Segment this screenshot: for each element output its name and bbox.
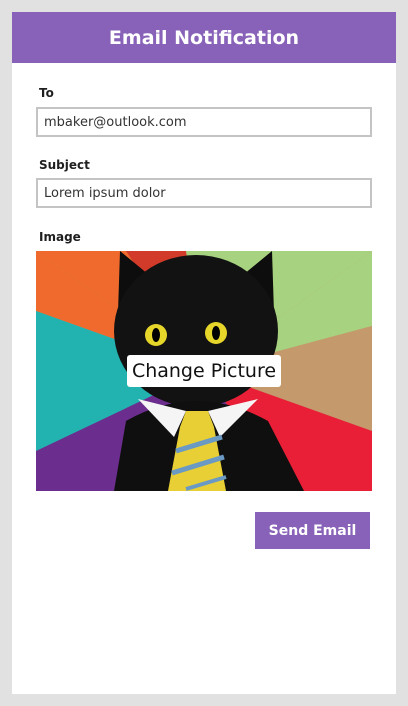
subject-label: Subject — [39, 158, 90, 172]
email-notification-app: Email Notification To Subject Image — [12, 12, 396, 694]
page-title: Email Notification — [108, 26, 300, 49]
to-label: To — [39, 86, 54, 100]
change-picture-button[interactable]: Change Picture — [127, 355, 281, 387]
subject-input[interactable] — [36, 178, 372, 208]
image-preview[interactable]: Change Picture — [36, 251, 372, 491]
to-input[interactable] — [36, 107, 372, 137]
image-label: Image — [39, 230, 81, 244]
send-email-button[interactable]: Send Email — [255, 512, 370, 549]
app-header: Email Notification — [12, 12, 396, 63]
